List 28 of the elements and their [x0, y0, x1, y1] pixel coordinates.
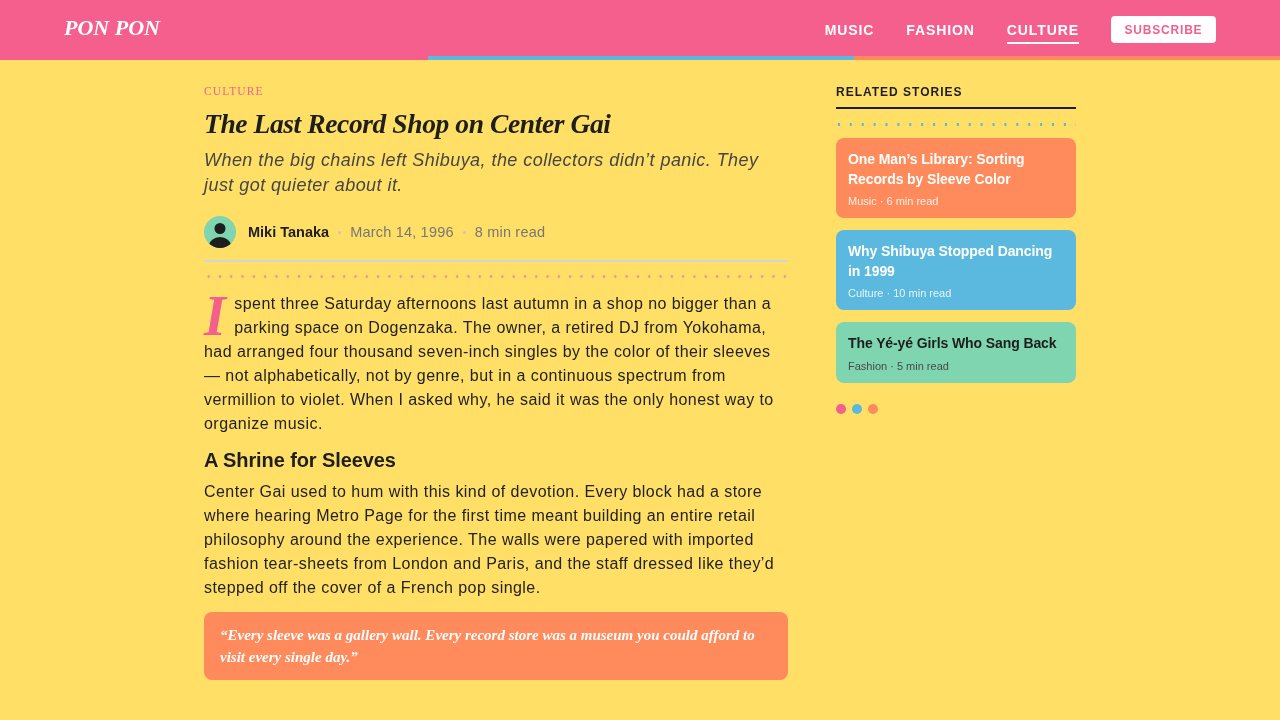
article-title: The Last Record Shop on Center Gai	[204, 107, 612, 141]
section-heading: A Shrine for Sleeves	[204, 448, 397, 473]
story-meta: Culture · 10 min read	[848, 286, 953, 300]
avatar-icon	[204, 216, 236, 248]
story-title: The Yé-yé Girls Who Sang Back	[848, 334, 1058, 353]
story-card[interactable]: The Yé-yé Girls Who Sang Back Fashion · 5 min read	[836, 322, 1076, 383]
site-logo[interactable]: PON PON	[64, 15, 160, 41]
story-card[interactable]: One Man’s Library: Sorting Records by Sleeve Color Music · 6 min read	[836, 138, 1076, 218]
nav-link[interactable]: CULTURE	[1006, 16, 1079, 44]
author-name: Miki Tanaka	[248, 224, 330, 240]
paragraph: Center Gai used to hum with this kind of devotion. Every block had a store where hearing Metro Page for the first time meant building an entire retail philosophy around the experience. The walls were papered with imported fashion tear-sheets from London and Paris, and the staff dressed like they’d stepped off the cover of a French pop single.	[204, 482, 776, 598]
sidebar-heading: RELATED STORIES	[836, 84, 1076, 109]
nav-link[interactable]: MUSIC	[824, 16, 875, 44]
category-label: CULTURE	[204, 84, 264, 98]
dots-icon	[836, 403, 878, 414]
story-meta: Music · 6 min read	[848, 194, 940, 208]
pull-quote: “Every sleeve was a gallery wall. Every record store was a museum you could afford to visit every single day.”	[204, 612, 788, 680]
story-title: One Man’s Library: Sorting Records by Sleeve Color	[848, 150, 1026, 189]
publish-date: March 14, 1996	[350, 224, 454, 240]
subscribe-button[interactable]: SUBSCRIBE	[1111, 16, 1216, 43]
read-time: 8 min read	[474, 224, 546, 240]
story-title: Why Shibuya Stopped Dancing in 1999	[848, 242, 1054, 281]
separator-dot-icon	[462, 230, 466, 234]
story-meta: Fashion · 5 min read	[848, 358, 950, 373]
article-subtitle: When the big chains left Shibuya, the collectors didn’t panic. They just got quieter about it.	[204, 149, 760, 197]
story-card[interactable]: Why Shibuya Stopped Dancing in 1999 Culture · 10 min read	[836, 230, 1076, 310]
separator-dot-icon	[338, 230, 342, 234]
nav-link[interactable]: FASHION	[906, 16, 975, 44]
